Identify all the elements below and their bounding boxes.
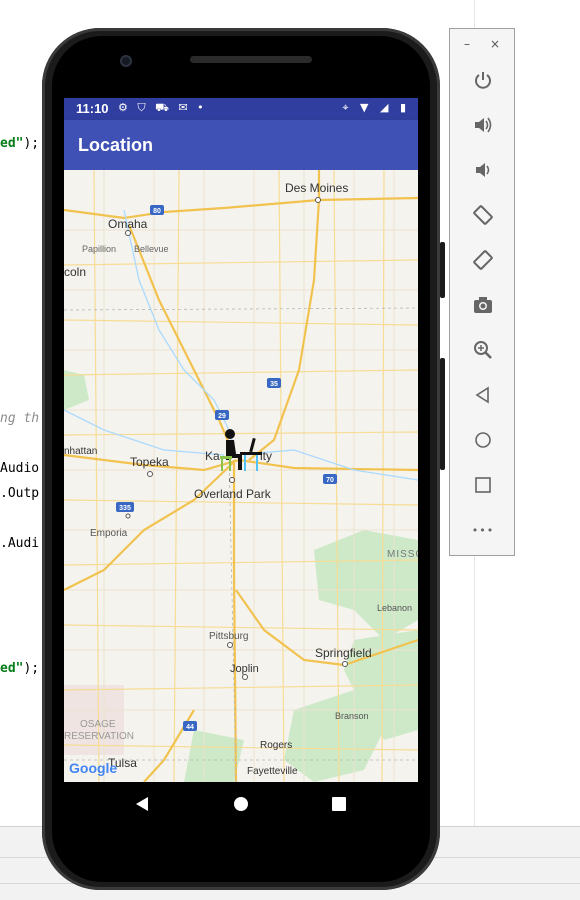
app-title: Location — [78, 135, 153, 155]
label-lebanon: Lebanon — [377, 603, 412, 613]
i29-label: 29 — [218, 413, 226, 420]
more-icon: ••• — [471, 523, 495, 537]
app-bar: Location — [64, 120, 418, 170]
emulator-control-panel: – × ••• — [449, 28, 515, 556]
code-line-2: ng th — [0, 411, 40, 426]
code-line-4: .Outp — [0, 486, 40, 501]
rotate-left-button[interactable] — [470, 202, 496, 228]
label-osage: OSAGE — [80, 719, 116, 730]
status-bar: 11:10 ⚙ ⛉ ⛟ ✉ • ⌖ ▼ ◢ ▮ — [64, 98, 418, 120]
screenshot-button[interactable] — [470, 292, 496, 318]
label-omaha: Omaha — [108, 217, 148, 231]
i80-shield: 80 — [150, 205, 164, 215]
label-papillion: Papillion — [82, 244, 116, 254]
code-line-5: .Audi — [0, 536, 40, 551]
volume-down-icon — [476, 163, 490, 177]
zoom-button[interactable] — [470, 337, 496, 363]
label-des-moines: Des Moines — [285, 181, 348, 195]
overview-button[interactable] — [470, 472, 496, 498]
label-emporia: Emporia — [90, 528, 128, 539]
i44-label: 44 — [186, 724, 194, 731]
front-camera — [120, 55, 132, 67]
power-icon — [475, 72, 491, 89]
back-icon — [475, 386, 489, 404]
home-nav-icon[interactable] — [233, 796, 249, 812]
i35-shield: 35 — [267, 378, 281, 388]
i335-shield: 335 — [116, 502, 134, 512]
back-nav-icon[interactable] — [134, 796, 150, 812]
rotate-right-button[interactable] — [470, 247, 496, 273]
code-line-1: ed"); — [0, 136, 40, 151]
google-logo: Google — [69, 760, 117, 776]
label-rogers: Rogers — [260, 740, 292, 751]
i70-label: 70 — [326, 477, 334, 484]
phone-power-button — [440, 242, 445, 298]
label-topeka: Topeka — [130, 455, 169, 469]
code-line-3: Audio — [0, 461, 40, 476]
i80-label: 80 — [153, 208, 161, 215]
i44-shield: 44 — [183, 721, 197, 731]
back-button[interactable] — [470, 382, 496, 408]
label-pittsburg: Pittsburg — [209, 631, 248, 642]
phone-screen: 11:10 ⚙ ⛉ ⛟ ✉ • ⌖ ▼ ◢ ▮ Location 80 29 3… — [64, 98, 418, 782]
map-view[interactable]: 80 29 35 70 335 44 Des Moines Omaha Papi… — [64, 170, 418, 782]
label-kansas-city: Ka — [205, 449, 220, 463]
rotate-left-icon — [473, 205, 493, 225]
label-joplin: Joplin — [230, 663, 259, 675]
i335-label: 335 — [119, 505, 131, 512]
android-nav-bar — [64, 782, 418, 826]
i29-shield: 29 — [215, 410, 229, 420]
code-line-6: ed"); — [0, 661, 40, 676]
label-fayetteville: Fayetteville — [247, 766, 298, 777]
phone-volume-button — [440, 358, 445, 470]
rotate-right-icon — [473, 250, 493, 270]
camera-icon — [474, 297, 492, 313]
home-icon — [475, 432, 491, 448]
label-overland-park: Overland Park — [194, 487, 272, 501]
label-lincoln: coln — [64, 265, 86, 279]
i35-label: 35 — [270, 381, 278, 388]
earpiece-speaker — [190, 56, 312, 63]
more-button[interactable]: ••• — [470, 517, 496, 543]
label-reservation: RESERVATION — [64, 731, 134, 742]
overview-icon — [475, 477, 491, 493]
label-missouri: MISSO — [387, 549, 418, 560]
minimize-button[interactable]: – — [464, 37, 470, 51]
zoom-icon — [474, 341, 492, 359]
home-button[interactable] — [470, 427, 496, 453]
label-branson: Branson — [335, 711, 369, 721]
label-bellevue: Bellevue — [134, 244, 169, 254]
label-manhattan: nhattan — [64, 446, 97, 457]
notification-icons: ⚙ ⛉ ⛟ ✉ • — [118, 101, 207, 114]
volume-down-button[interactable] — [470, 157, 496, 183]
power-button[interactable] — [470, 67, 496, 93]
system-icons: ⌖ ▼ ◢ ▮ — [342, 101, 410, 114]
label-kansas-city-end: ity — [260, 449, 272, 463]
close-button[interactable]: × — [490, 37, 500, 51]
label-springfield: Springfield — [315, 646, 372, 660]
overview-nav-icon[interactable] — [331, 796, 347, 812]
i70-shield: 70 — [323, 474, 337, 484]
status-time: 11:10 — [76, 101, 109, 116]
volume-up-icon — [475, 117, 492, 133]
volume-up-button[interactable] — [470, 112, 496, 138]
